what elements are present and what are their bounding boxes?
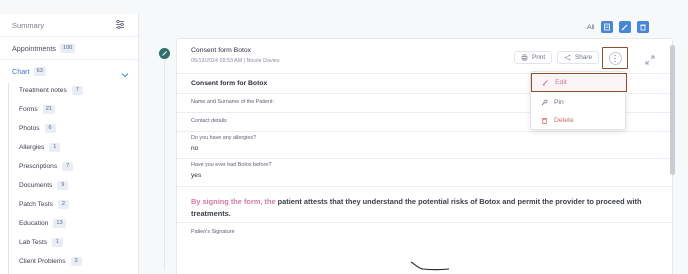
sidebar-item-label: Documents (19, 182, 53, 189)
name-label: Name and Surname of the Patient: (191, 99, 275, 105)
count-badge: 21 (42, 105, 55, 114)
sidebar-item-treatment-notes[interactable]: Treatment notes 7 (19, 86, 83, 95)
allergies-label: Do you have any allergies? (191, 135, 257, 141)
more-vertical-icon (608, 51, 622, 65)
form-divider (177, 186, 672, 187)
tree-line (8, 83, 9, 274)
sidebar-item-photos[interactable]: Photos 6 (19, 124, 56, 133)
sidebar-item-allergies[interactable]: Allergies 1 (19, 143, 61, 152)
signature-image (410, 261, 450, 271)
sidebar-item-client-problems[interactable]: Client Problems 3 (19, 257, 82, 266)
filter-all-label[interactable]: All (587, 24, 595, 31)
sidebar-item-forms[interactable]: Forms 21 (19, 105, 55, 114)
contact-label: Contact details (191, 118, 227, 124)
print-button[interactable]: Print (514, 51, 553, 64)
form-divider (177, 222, 672, 223)
timeline-pen-icon (159, 48, 170, 59)
count-badge: 2 (57, 200, 69, 209)
trash-icon[interactable] (636, 21, 649, 33)
card-meta: 05/13/2024 09:53 AM | Nicole Davies (191, 58, 280, 64)
sidebar-item-documents[interactable]: Documents 9 (19, 181, 69, 190)
timeline-line (164, 60, 165, 270)
sidebar: Summary Appointments 100 Chart 63 Treatm… (0, 14, 139, 274)
count-badge: 100 (59, 44, 76, 53)
count-badge: 1 (52, 238, 64, 247)
sidebar-item-appointments[interactable]: Appointments 100 (12, 44, 76, 53)
count-badge: 1 (49, 143, 61, 152)
menu-item-delete[interactable]: Delete (531, 111, 627, 130)
sidebar-item-label: Forms (19, 106, 38, 113)
sidebar-item-label: Prescriptions (19, 163, 58, 170)
sidebar-item-prescriptions[interactable]: Prescriptions 7 (19, 162, 74, 171)
share-label: Share (575, 54, 593, 61)
sidebar-item-label: Education (19, 220, 49, 227)
sidebar-item-label: Client Problems (19, 258, 66, 265)
signature-label: Patien's Signature (191, 229, 235, 235)
menu-item-label: Pin (554, 99, 564, 106)
printer-icon (521, 54, 528, 61)
sidebar-item-label: Photos (19, 125, 40, 132)
count-badge: 13 (53, 219, 66, 228)
sidebar-summary-label: Summary (12, 21, 45, 30)
trash-icon (542, 118, 547, 124)
count-badge: 3 (70, 257, 82, 266)
menu-item-label: Edit (555, 79, 567, 86)
share-icon (564, 54, 571, 61)
document-icon[interactable] (600, 21, 613, 33)
count-badge: 6 (44, 124, 56, 133)
sidebar-item-label: Appointments (12, 44, 56, 53)
share-button[interactable]: Share (557, 51, 600, 64)
form-divider (177, 158, 672, 159)
top-bar (0, 0, 688, 14)
sidebar-divider (0, 36, 138, 37)
card-title: Consent form Botox (191, 47, 252, 54)
pin-icon (541, 99, 548, 106)
sidebar-divider (0, 59, 138, 60)
pen-icon[interactable] (618, 21, 631, 33)
botox-history-value: yes (191, 172, 202, 179)
sidebar-item-label: Lab Tests (19, 239, 48, 246)
sidebar-item-label: Allergies (19, 144, 45, 151)
sidebar-item-education[interactable]: Education 13 (19, 219, 66, 228)
more-options-menu: Edit Pin Delete (530, 71, 627, 130)
attestation-text-struck: By signing the form, the (191, 197, 276, 206)
count-badge: 7 (62, 162, 74, 171)
filter-icon[interactable] (113, 18, 127, 31)
menu-item-edit[interactable]: Edit (531, 73, 627, 92)
print-label: Print (532, 54, 546, 61)
chevron-down-icon[interactable] (121, 66, 129, 78)
expand-icon[interactable] (645, 52, 655, 65)
scrollbar[interactable] (670, 45, 675, 175)
sidebar-item-patch-tests[interactable]: Patch Tests 2 (19, 200, 69, 209)
attestation-text: By signing the form, the patient attests… (191, 196, 651, 220)
sidebar-item-lab-tests[interactable]: Lab Tests 1 (19, 238, 64, 247)
count-badge: 7 (71, 86, 83, 95)
top-actions: All (587, 21, 649, 33)
menu-item-pin[interactable]: Pin (531, 93, 627, 112)
sidebar-item-label: Treatment notes (19, 87, 67, 94)
sidebar-item-label: Chart (12, 67, 30, 76)
sidebar-item-label: Patch Tests (19, 201, 53, 208)
form-divider (177, 131, 672, 132)
count-badge: 9 (57, 181, 69, 190)
sidebar-item-chart[interactable]: Chart 63 (12, 67, 46, 76)
allergies-value: no (191, 145, 199, 152)
edit-icon (542, 80, 548, 86)
menu-item-label: Delete (554, 117, 574, 124)
count-badge: 63 (33, 67, 46, 76)
main-content: All Consent form Botox 05/13/2024 09:53 … (140, 14, 688, 274)
form-title: Consent form for Botox (191, 80, 268, 87)
more-options-button[interactable] (602, 47, 628, 69)
botox-history-label: Have you ever had Botox before? (191, 162, 272, 168)
